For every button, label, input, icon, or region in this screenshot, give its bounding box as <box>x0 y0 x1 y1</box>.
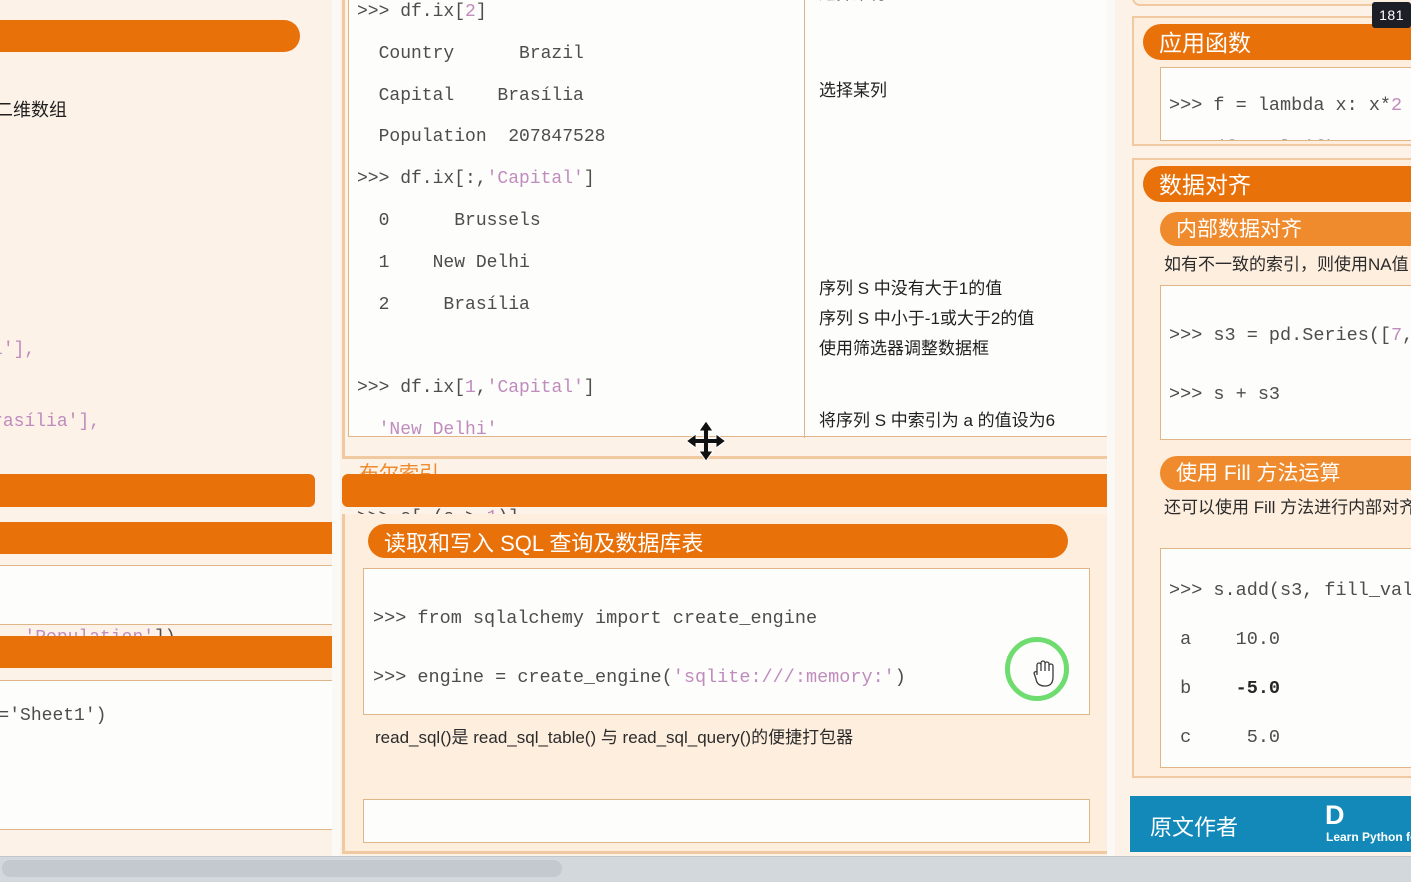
left-column: 存储不同类型数据的二维数组 'India', 'Brazil'], 'New D… <box>0 0 355 856</box>
code-line: 0 Brussels <box>357 210 541 231</box>
code-line: b -5.0 <box>1169 677 1281 699</box>
annotation-set-value: 将序列 S 中索引为 a 的值设为6 <box>819 411 1056 430</box>
fill-methods-header: 使用 Fill 方法运算 <box>1160 456 1411 490</box>
code-line: Country Brazil <box>357 43 584 64</box>
column-gap-left <box>332 0 340 856</box>
code-line: Population 207847528 <box>357 127 606 148</box>
code-line: 2 Brasília <box>357 294 530 315</box>
code-line: c 5.0 <box>1169 726 1281 748</box>
column-gap-right <box>1107 0 1115 856</box>
excel-code-block: .xlsx', sheet_name='Sheet1') xls') Sheet… <box>0 680 355 830</box>
author-bar: 原文作者 D Learn Python fo <box>1130 796 1411 852</box>
sql-panel: 读取和写入 SQL 查询及数据库表 >>> from sqlalchemy im… <box>342 514 1114 854</box>
apply-functions-code: >>> f = lambda x: x*2 >>> df.apply(f) >>… <box>1160 67 1411 141</box>
code-line: >>> s3 = pd.Series([7, -2, 3], <box>1169 324 1411 346</box>
grabbing-hand-icon <box>1030 655 1060 689</box>
apply-functions-header: 应用函数 <box>1143 24 1411 60</box>
author-label: 原文作者 <box>1150 815 1239 840</box>
author-tagline: Learn Python fo <box>1326 830 1411 844</box>
code-line: a 10.0 <box>1169 439 1411 440</box>
code-line: >>> df.ix[2] <box>357 1 487 22</box>
code-line: >>> df.apply(f) <box>1169 138 1411 141</box>
csv-code-block: der=None, nrows=5) ') <box>0 565 355 625</box>
annotation-bool-range: 序列 S 中小于-1或大于2的值 <box>819 309 1035 328</box>
code-line: 'New Delhi', 'Brasília'], <box>0 412 101 432</box>
left-io-banner <box>0 474 315 507</box>
sql-note: read_sql()是 read_sql_table() 与 read_sql_… <box>375 728 854 747</box>
code-line: 'India', 'Brazil'], <box>0 340 36 360</box>
code-line: Capital Brasília <box>357 85 584 106</box>
annotation-select-column: 选择某列 <box>819 81 887 100</box>
internal-alignment-note: 如有不一致的索引，则使用NA值 <box>1164 255 1409 274</box>
cheatsheet-canvas[interactable]: 存储不同类型数据的二维数组 'India', 'Brazil'], 'New D… <box>0 0 1411 856</box>
selection-table-inner: >>> df.ix[2] Country Brazil Capital Bras… <box>348 0 1108 701</box>
apply-functions-panel: 应用函数 >>> f = lambda x: x*2 >>> df.apply(… <box>1132 16 1411 146</box>
fill-methods-code: >>> s.add(s3, fill_val a 10.0 b -5.0 c 5… <box>1160 548 1411 768</box>
internal-alignment-header: 内部数据对齐 <box>1160 212 1411 246</box>
code-line: 1 New Delhi <box>357 252 530 273</box>
code-line: >>> s.add(s3, fill_val <box>1169 579 1411 601</box>
dataframe-description: 存储不同类型数据的二维数组 <box>0 100 67 120</box>
sql-header-pill: 读取和写入 SQL 查询及数据库表 <box>368 524 1068 558</box>
code-line: >>> df.ix[1,'Capital'] <box>357 378 595 399</box>
sql-write-code-block: >>> pd.to_sql('myDf', engine) <box>363 799 1090 843</box>
csv-header-pill <box>0 522 355 554</box>
frame-counter-badge: 181 <box>1372 2 1411 28</box>
code-line: >>> engine = create_engine('sqlite:///:m… <box>373 666 906 688</box>
code-line: 'New Delhi' <box>378 420 498 441</box>
sql-read-code-block: >>> from sqlalchemy import create_engine… <box>363 568 1090 715</box>
code-line: >>> df.ix[:,'Capital'] <box>357 169 595 190</box>
code-line: >>> f = lambda x: x*2 <box>1169 94 1403 116</box>
fill-methods-note: 还可以使用 Fill 方法进行内部对齐 <box>1164 498 1411 517</box>
right-column: 应用函数 >>> f = lambda x: x*2 >>> df.apply(… <box>1115 0 1411 856</box>
annotation-filter-df: 使用筛选器调整数据框 <box>819 339 989 358</box>
data-alignment-panel: 数据对齐 内部数据对齐 如有不一致的索引，则使用NA值 >>> s3 = pd.… <box>1132 158 1411 778</box>
code-line: >>> from sqlalchemy import create_engine <box>373 607 818 629</box>
horizontal-scrollbar-thumb[interactable] <box>2 860 562 877</box>
left-top-header-pill <box>0 20 300 52</box>
excel-header-pill <box>0 636 355 668</box>
code-line: a 10.0 <box>1169 628 1281 650</box>
data-alignment-header: 数据对齐 <box>1143 166 1411 202</box>
code-line: >>> s + s3 <box>1169 383 1281 405</box>
selection-table-panel: >>> df.ix[2] Country Brazil Capital Bras… <box>342 0 1114 701</box>
move-arrows-icon[interactable] <box>685 420 727 462</box>
right-clipped-panel-edge <box>1132 0 1411 6</box>
internal-alignment-code: >>> s3 = pd.Series([7, -2, 3], >>> s + s… <box>1160 285 1411 440</box>
annotation-select-row: 选择某行 <box>819 0 887 4</box>
author-logo: D <box>1325 800 1345 830</box>
annotation-bool-gt1: 序列 S 中没有大于1的值 <box>819 279 1003 298</box>
